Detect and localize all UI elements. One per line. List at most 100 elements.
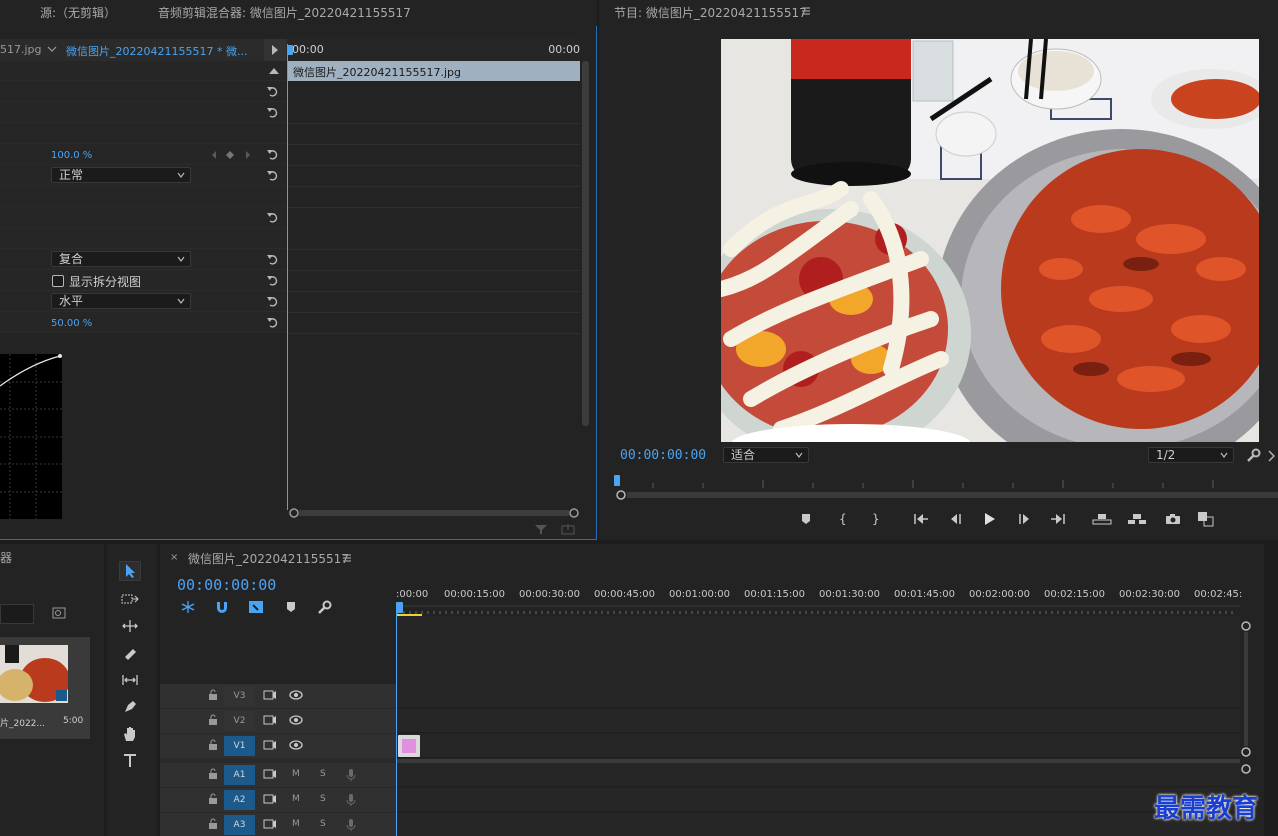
opacity-value[interactable]: 100.0 % bbox=[51, 150, 92, 161]
timeline-timecode[interactable]: 00:00:00:00 bbox=[177, 576, 276, 594]
source-tab[interactable]: 源:（无剪辑） bbox=[40, 4, 116, 21]
curve-graph[interactable] bbox=[0, 354, 62, 519]
track-target-a2[interactable]: A2 bbox=[224, 790, 255, 810]
microphone-icon[interactable] bbox=[346, 793, 360, 806]
program-video-frame[interactable] bbox=[721, 39, 1259, 442]
track-target-v2[interactable]: V2 bbox=[224, 711, 255, 731]
audio-vertical-scrollbar[interactable] bbox=[1241, 763, 1251, 777]
reset-icon[interactable] bbox=[266, 316, 279, 329]
reset-icon[interactable] bbox=[266, 253, 279, 266]
hand-tool[interactable] bbox=[119, 724, 141, 744]
resolution-select[interactable]: 1/2 bbox=[1148, 447, 1234, 463]
track-select-tool[interactable] bbox=[119, 589, 141, 609]
lock-icon[interactable] bbox=[208, 768, 218, 780]
lock-icon[interactable] bbox=[208, 714, 218, 726]
program-title[interactable]: 节目: 微信图片_20220421155517 bbox=[614, 4, 807, 21]
go-to-in-icon[interactable] bbox=[913, 513, 929, 525]
track-header-v1[interactable]: V1 bbox=[160, 734, 396, 758]
add-marker-icon[interactable] bbox=[800, 513, 812, 525]
track-lane-v1[interactable] bbox=[397, 734, 1240, 758]
panel-menu-icon[interactable] bbox=[801, 6, 811, 16]
video-vertical-scrollbar[interactable] bbox=[1241, 616, 1251, 762]
type-tool[interactable] bbox=[119, 751, 141, 771]
solo-button[interactable]: S bbox=[320, 769, 326, 779]
audio-mixer-tab[interactable]: 音频剪辑混合器: 微信图片_20220421155517 bbox=[158, 4, 411, 21]
search-icon[interactable] bbox=[52, 607, 66, 619]
wrench-icon[interactable] bbox=[1245, 448, 1261, 464]
composite-select[interactable]: 复合 bbox=[51, 251, 191, 267]
effect-clip-bar[interactable]: 微信图片_20220421155517.jpg bbox=[288, 61, 580, 81]
lock-icon[interactable] bbox=[208, 793, 218, 805]
reset-icon[interactable] bbox=[266, 85, 279, 98]
linked-selection-icon[interactable] bbox=[248, 600, 264, 614]
clip-tab-left[interactable]: 517.jpg bbox=[0, 43, 42, 56]
sync-lock-icon[interactable] bbox=[263, 739, 277, 751]
program-zoom-scrollbar[interactable] bbox=[615, 489, 1278, 501]
effect-vertical-scrollbar[interactable] bbox=[582, 61, 589, 426]
add-marker-icon[interactable] bbox=[285, 601, 297, 613]
selection-tool[interactable] bbox=[119, 561, 141, 581]
eye-icon[interactable] bbox=[289, 689, 303, 701]
track-lane-a1[interactable] bbox=[397, 763, 1240, 787]
sync-lock-icon[interactable] bbox=[263, 793, 277, 805]
nest-sequence-icon[interactable] bbox=[180, 600, 196, 614]
mark-in-icon[interactable]: { bbox=[839, 512, 847, 526]
close-icon[interactable]: × bbox=[170, 552, 178, 563]
lock-icon[interactable] bbox=[208, 818, 218, 830]
sync-lock-icon[interactable] bbox=[263, 768, 277, 780]
pen-tool[interactable] bbox=[119, 697, 141, 717]
step-forward-icon[interactable] bbox=[1018, 513, 1032, 525]
timeline-tab[interactable]: 微信图片_20220421155517 bbox=[188, 550, 349, 567]
effect-playhead[interactable] bbox=[287, 45, 293, 55]
step-back-icon[interactable] bbox=[948, 513, 962, 525]
blend-mode-select[interactable]: 正常 bbox=[51, 167, 191, 183]
reset-icon[interactable] bbox=[266, 106, 279, 119]
mark-out-icon[interactable]: } bbox=[872, 512, 880, 526]
split-percent-value[interactable]: 50.00 % bbox=[51, 318, 92, 329]
reset-icon[interactable] bbox=[266, 169, 279, 182]
extract-icon[interactable] bbox=[1127, 513, 1147, 525]
track-target-a1[interactable]: A1 bbox=[224, 765, 255, 785]
timeline-ruler[interactable]: :00:00 00:00:15:00 00:00:30:00 00:00:45:… bbox=[396, 584, 1242, 616]
razor-tool[interactable] bbox=[119, 643, 141, 663]
track-header-v3[interactable]: V3 bbox=[160, 684, 396, 708]
play-only-button[interactable] bbox=[264, 39, 286, 61]
project-search-input[interactable] bbox=[0, 604, 34, 624]
eye-icon[interactable] bbox=[289, 714, 303, 726]
microphone-icon[interactable] bbox=[346, 818, 360, 831]
reset-icon[interactable] bbox=[266, 211, 279, 224]
panel-menu-icon[interactable] bbox=[342, 553, 352, 563]
slip-tool[interactable] bbox=[119, 670, 141, 690]
effect-horizontal-scrollbar[interactable] bbox=[289, 508, 579, 518]
project-title[interactable]: 器 bbox=[0, 549, 12, 566]
track-lane-v2[interactable] bbox=[397, 709, 1240, 733]
wrench-icon[interactable] bbox=[316, 600, 332, 616]
layout-select[interactable]: 水平 bbox=[51, 293, 191, 309]
lift-icon[interactable] bbox=[1092, 513, 1112, 525]
sync-lock-icon[interactable] bbox=[263, 714, 277, 726]
timeline-playhead[interactable] bbox=[396, 602, 403, 613]
solo-button[interactable]: S bbox=[320, 819, 326, 829]
go-to-out-icon[interactable] bbox=[1050, 513, 1066, 525]
lock-icon[interactable] bbox=[208, 739, 218, 751]
collapse-up-icon[interactable] bbox=[269, 68, 279, 74]
effect-timeline-ruler[interactable]: 00:00 00:00 bbox=[288, 39, 580, 61]
program-playhead[interactable] bbox=[614, 475, 620, 486]
sync-lock-icon[interactable] bbox=[263, 818, 277, 830]
reset-icon[interactable] bbox=[266, 148, 279, 161]
ripple-edit-tool[interactable] bbox=[119, 616, 141, 636]
track-header-v2[interactable]: V2 bbox=[160, 709, 396, 733]
eye-icon[interactable] bbox=[289, 739, 303, 751]
solo-button[interactable]: S bbox=[320, 794, 326, 804]
chevron-down-icon[interactable] bbox=[47, 45, 57, 53]
fit-select[interactable]: 适合 bbox=[723, 447, 809, 463]
microphone-icon[interactable] bbox=[346, 768, 360, 781]
reset-icon[interactable] bbox=[266, 295, 279, 308]
track-header-a2[interactable]: A2 M S bbox=[160, 788, 396, 812]
sync-lock-icon[interactable] bbox=[263, 689, 277, 701]
track-header-a3[interactable]: A3 M S bbox=[160, 813, 396, 836]
mute-button[interactable]: M bbox=[292, 794, 300, 804]
camera-icon[interactable] bbox=[1165, 513, 1181, 525]
filter-icon[interactable] bbox=[534, 523, 548, 535]
track-header-a1[interactable]: A1 M S bbox=[160, 763, 396, 787]
